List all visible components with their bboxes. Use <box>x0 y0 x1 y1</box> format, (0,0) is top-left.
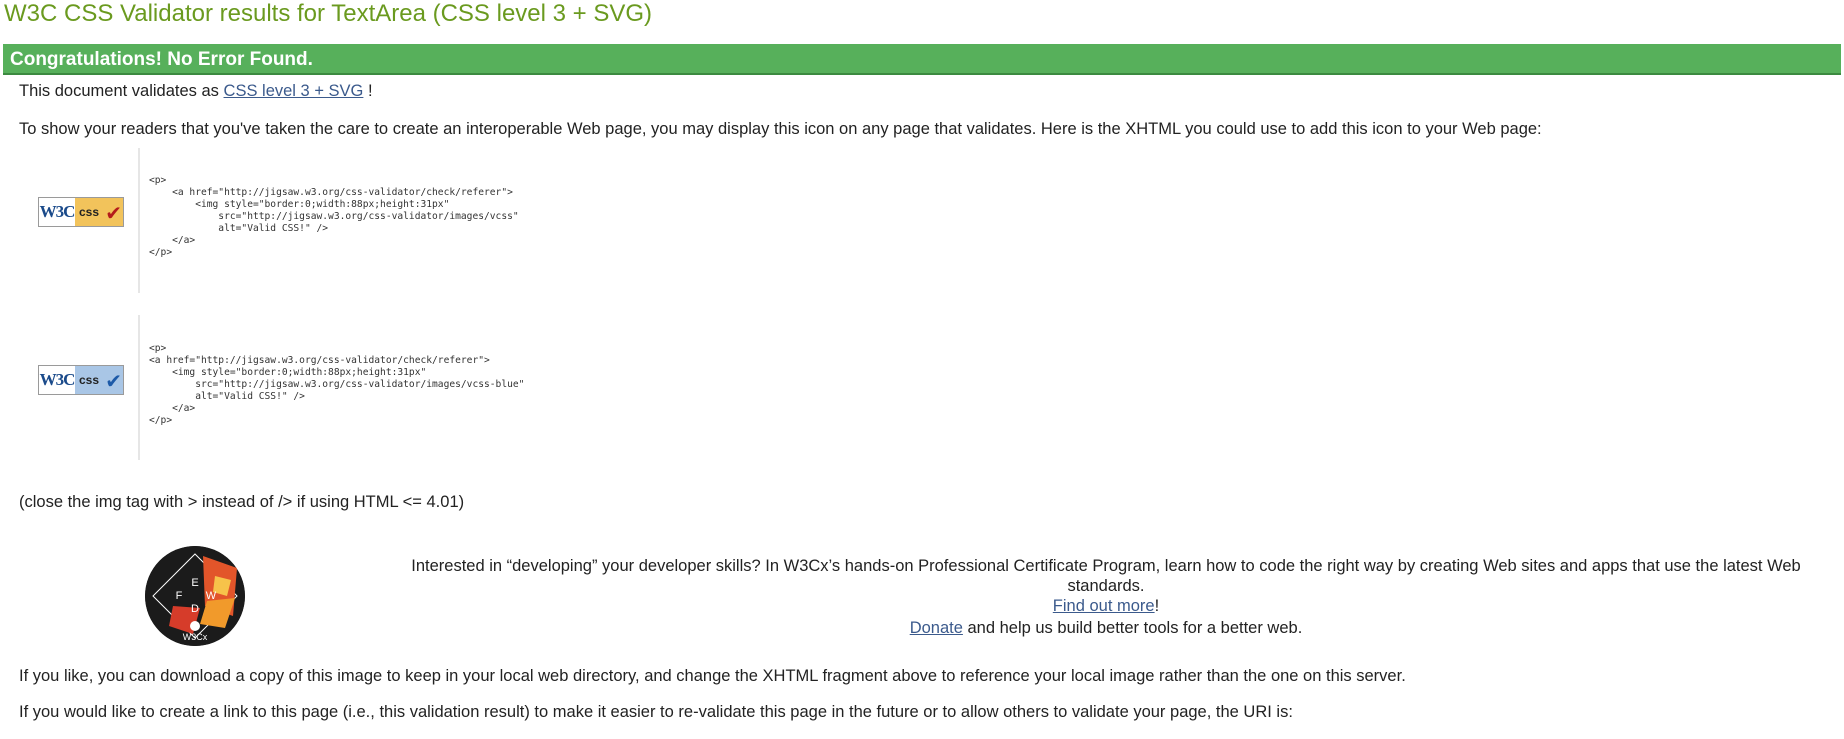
find-out-more-link[interactable]: Find out more <box>1053 597 1155 615</box>
success-banner: Congratulations! No Error Found. <box>3 44 1841 75</box>
badge-code-snippet: <p> <a href="http://jigsaw.w3.org/css-va… <box>149 343 525 426</box>
badge-code-snippet: <p> <a href="http://jigsaw.w3.org/css-va… <box>149 175 519 258</box>
checkmark-icon: ✔ <box>105 371 122 393</box>
close-tag-note: (close the img tag with > instead of /> … <box>19 493 465 511</box>
svg-text:W3Cx: W3Cx <box>183 632 208 642</box>
code-divider <box>138 315 140 460</box>
svg-text:D: D <box>191 603 199 615</box>
page-title: W3C CSS Validator results for TextArea (… <box>4 0 653 27</box>
logo-graphic: E F W D W3Cx <box>145 546 245 646</box>
w3c-logo-text: W3C <box>39 370 76 389</box>
valid-css-badge-gold[interactable]: W3C css ✔ <box>38 197 124 227</box>
front-end-web-developer-logo-icon[interactable]: E F W D W3Cx <box>145 546 245 646</box>
code-divider <box>138 148 140 293</box>
checkmark-icon: ✔ <box>105 203 122 225</box>
valid-css-badge-blue[interactable]: W3C css ✔ <box>38 365 124 395</box>
svg-text:E: E <box>191 577 198 589</box>
donate-link[interactable]: Donate <box>910 619 963 637</box>
badge-css-label: css ✔ <box>75 198 123 226</box>
donate-line: Donate and help us build better tools fo… <box>909 619 1303 637</box>
promo-text: Interested in “developing” your develope… <box>411 557 1801 615</box>
svg-text:F: F <box>176 590 183 602</box>
download-note: If you like, you can download a copy of … <box>19 667 1406 685</box>
validates-text: This document validates as CSS level 3 +… <box>19 82 373 100</box>
badge-css-label: css ✔ <box>75 366 123 394</box>
link-page-note: If you would like to create a link to th… <box>19 703 1293 721</box>
show-icon-text: To show your readers that you've taken t… <box>19 120 1542 138</box>
css-profile-link[interactable]: CSS level 3 + SVG <box>224 82 364 100</box>
svg-text:W: W <box>206 590 217 602</box>
w3c-logo-text: W3C <box>39 202 76 221</box>
